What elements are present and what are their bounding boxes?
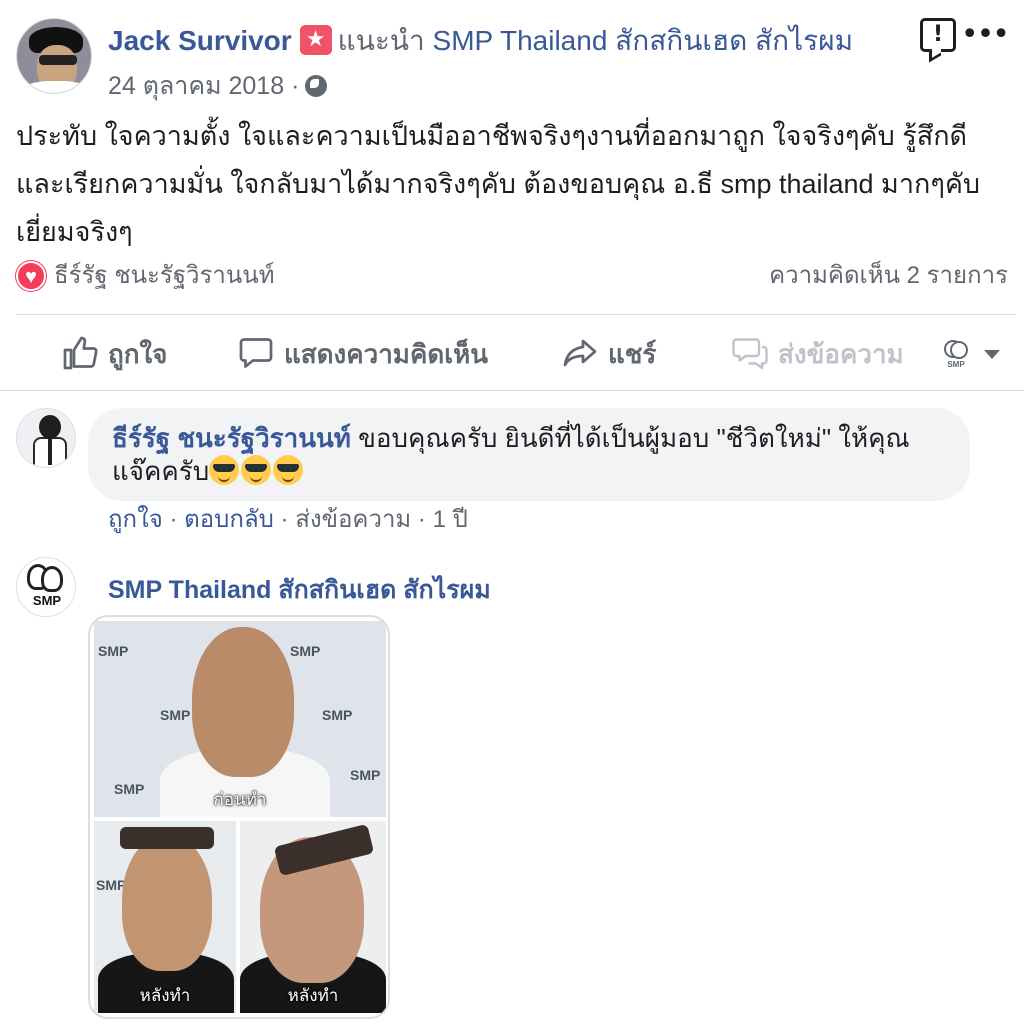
sunglasses-emoji-icon — [273, 455, 304, 485]
sunglasses-emoji-icon — [241, 455, 272, 485]
page-avatar-icon[interactable]: SMP — [940, 338, 972, 370]
action-bar: ถูกใจ แสดงความคิดเห็น แชร์ ส่งข้อความ SM… — [16, 318, 1016, 390]
author-name[interactable]: Jack Survivor — [108, 25, 292, 56]
svg-text:SMP: SMP — [947, 360, 965, 369]
post-header: Jack Survivor ★ แนะนำ SMP Thailand สักสกิน… — [16, 18, 1010, 100]
like-button[interactable]: ถูกใจ — [62, 332, 167, 376]
divider — [0, 390, 1024, 391]
post-meta: 24 ตุลาคม 2018 · — [108, 66, 328, 106]
comment-like-link[interactable]: ถูกใจ — [108, 506, 163, 533]
after-photo-side[interactable]: หลังทำ — [240, 821, 386, 1013]
globe-icon[interactable] — [305, 75, 328, 97]
heart-icon[interactable] — [16, 261, 46, 292]
page-logo: SMP — [32, 593, 62, 608]
report-icon[interactable]: ! — [920, 18, 956, 52]
comment-author[interactable]: ธีร์รัฐ ชนะรัฐวิรานนท์ — [112, 423, 351, 453]
after-caption-2: หลังทำ — [287, 986, 339, 1005]
sunglasses-emoji-icon — [209, 455, 240, 485]
reactions-summary: ธีร์รัฐ ชนะรัฐวิรานนท์ ความคิดเห็น 2 ราย… — [16, 257, 1016, 297]
message-label: ส่งข้อความ — [778, 339, 904, 369]
comment-actions: ถูกใจ · ตอบกลับ · ส่งข้อความ · 1 ปี — [108, 503, 468, 537]
thumbs-up-icon — [63, 336, 98, 370]
chevron-down-icon[interactable] — [984, 350, 1000, 359]
comment-reply-link[interactable]: ตอบกลับ — [184, 506, 274, 533]
comment-bubble: ธีร์รัฐ ชนะรัฐวิรานนท์ ขอบคุณครับ ยินดีท… — [88, 408, 970, 501]
comment-sep: · — [411, 506, 433, 533]
share-button[interactable]: แชร์ — [562, 332, 656, 376]
comment-time[interactable]: 1 ปี — [433, 506, 468, 533]
recommended-page-link[interactable]: SMP Thailand สักสกินเฮด สักไรผม — [433, 25, 854, 56]
watermark: SMP — [160, 707, 191, 723]
comment-message-link[interactable]: ส่งข้อความ — [295, 506, 411, 533]
attachment-page-avatar[interactable]: SMP — [16, 557, 76, 617]
share-label: แชร์ — [608, 339, 657, 369]
recommends-verb: แนะนำ — [337, 25, 425, 56]
commenter-avatar[interactable] — [16, 408, 76, 468]
like-label: ถูกใจ — [108, 339, 168, 369]
reactor-name[interactable]: ธีร์รัฐ ชนะรัฐวิรานนท์ — [54, 259, 275, 293]
meta-separator: · — [291, 72, 300, 100]
watermark: SMP — [350, 767, 381, 783]
before-caption: ก่อนทำ — [213, 790, 267, 809]
photo-attachment[interactable]: SMP SMP SMP SMP SMP SMP ก่อนทำ SMP หลังท… — [88, 615, 390, 1019]
comment-button[interactable]: แสดงความคิดเห็น — [238, 332, 488, 376]
watermark: SMP — [322, 707, 353, 723]
more-options-icon[interactable]: ••• — [961, 20, 1010, 50]
comment-sep: · — [273, 506, 296, 533]
after-photo-front[interactable]: SMP หลังทำ — [94, 821, 236, 1013]
after-caption-1: หลังทำ — [139, 986, 191, 1005]
speech-bubble-icon — [239, 338, 273, 368]
post-date[interactable]: 24 ตุลาคม 2018 — [108, 72, 284, 100]
message-icon — [732, 338, 768, 370]
divider — [16, 314, 1016, 315]
watermark: SMP — [98, 643, 129, 659]
before-photo[interactable]: SMP SMP SMP SMP SMP SMP ก่อนทำ — [94, 621, 386, 817]
watermark: SMP — [290, 643, 321, 659]
send-message-button[interactable]: ส่งข้อความ — [732, 332, 904, 376]
recommend-star-icon: ★ — [299, 25, 332, 55]
comment-label: แสดงความคิดเห็น — [284, 339, 489, 369]
comment-count[interactable]: ความคิดเห็น 2 รายการ — [769, 259, 1008, 293]
post-text: ประทับ ใจความตั้ง ใจและความเป็นมืออาชีพจ… — [16, 121, 981, 247]
comment-sep: · — [162, 506, 185, 533]
author-avatar[interactable] — [16, 18, 92, 94]
share-arrow-icon — [563, 339, 597, 367]
post-title-line: Jack Survivor ★ แนะนำ SMP Thailand สักสกิน… — [108, 22, 853, 60]
attachment-page-name[interactable]: SMP Thailand สักสกินเฮด สักไรผม — [108, 570, 491, 610]
